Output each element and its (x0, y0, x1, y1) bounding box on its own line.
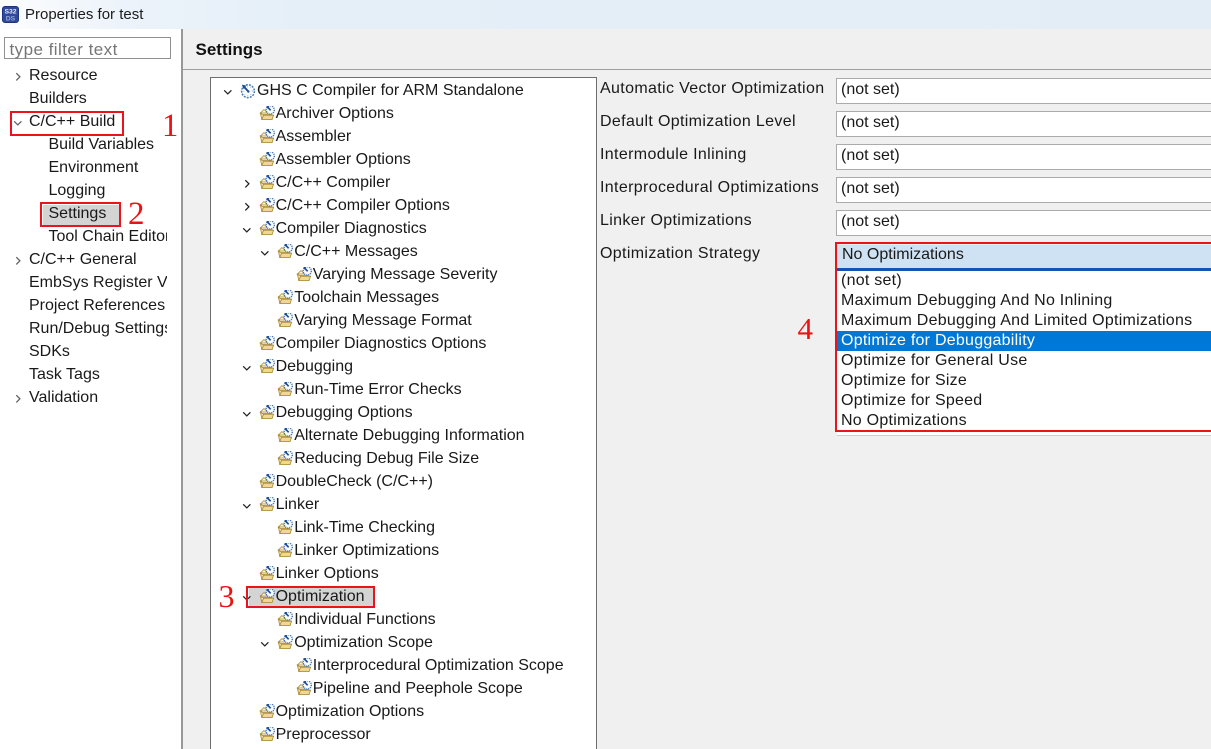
svg-text:DS: DS (6, 16, 16, 23)
svg-text:S32: S32 (4, 8, 16, 15)
